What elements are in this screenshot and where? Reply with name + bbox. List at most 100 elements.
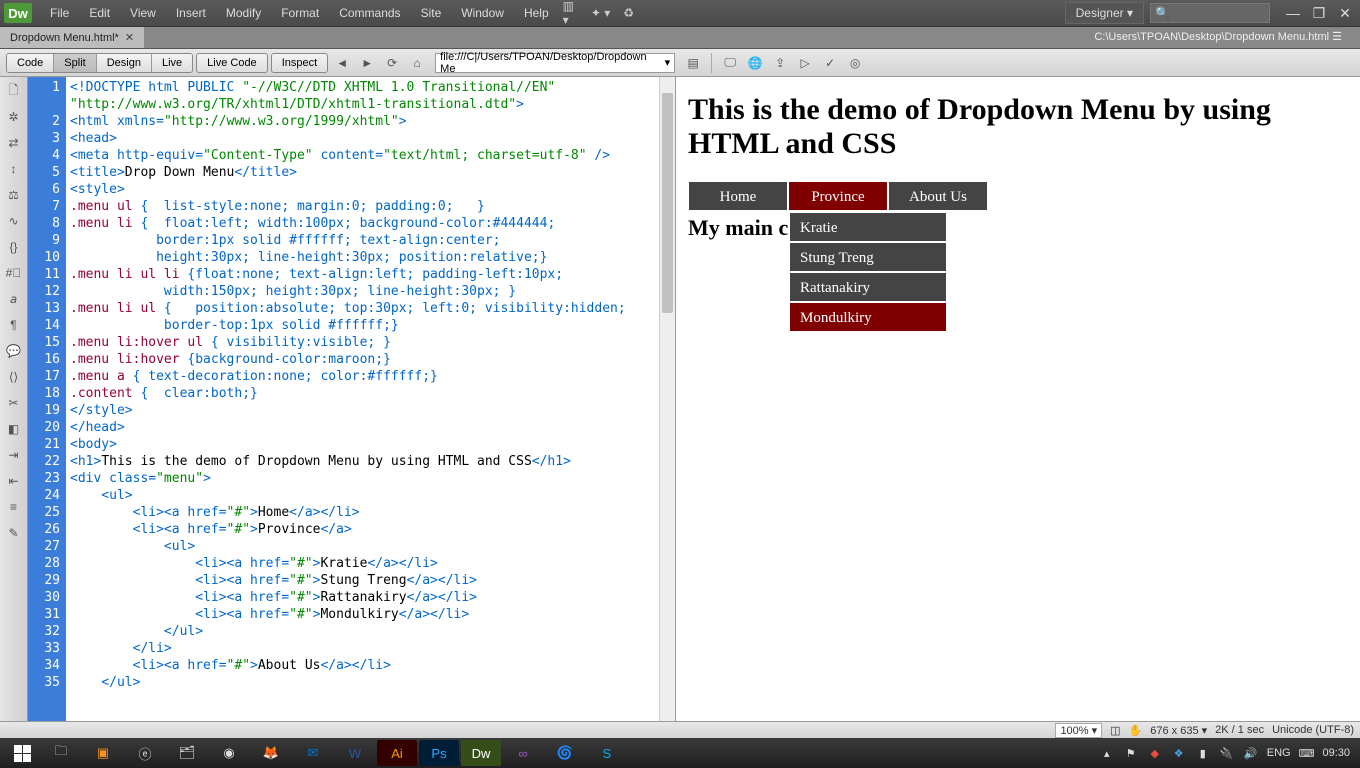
browser-icon[interactable]: 🖵 [719, 53, 741, 73]
nav-province[interactable]: Province Kratie Stung Treng Rattanakiry … [788, 181, 888, 211]
start-button[interactable] [4, 740, 40, 766]
view-code-button[interactable]: Code [7, 54, 54, 72]
close-button[interactable]: ✕ [1334, 4, 1356, 22]
view-split-button[interactable]: Split [54, 54, 96, 72]
menu-edit[interactable]: Edit [79, 2, 120, 24]
tray-volume-icon[interactable]: 🔊 [1243, 745, 1259, 761]
live-code-button[interactable]: Live Code [196, 53, 268, 73]
validate-icon[interactable]: ▷ [794, 53, 816, 73]
hidden-chars-icon[interactable]: ¶ [4, 315, 24, 335]
taskbar-firefox-icon[interactable]: 🦊 [251, 740, 291, 766]
tray-keyboard-icon[interactable]: ⌨ [1299, 747, 1315, 760]
line-numbers-icon[interactable]: ∿ [4, 211, 24, 231]
indent-icon[interactable]: ⇥ [4, 445, 24, 465]
menu-commands[interactable]: Commands [329, 2, 410, 24]
tray-time[interactable]: 09:30 [1322, 747, 1350, 759]
sync-icon[interactable]: ♻ [618, 3, 640, 23]
menu-file[interactable]: File [40, 2, 79, 24]
taskbar-ie-icon[interactable]: ⓔ [125, 740, 165, 766]
outdent-icon[interactable]: ⇤ [4, 471, 24, 491]
balance-icon[interactable]: ⚖ [4, 185, 24, 205]
taskbar-explorer-icon[interactable]: 🗀 [41, 740, 81, 766]
recent-snippets-icon[interactable]: ✂ [4, 393, 24, 413]
menu-insert[interactable]: Insert [166, 2, 216, 24]
menu-window[interactable]: Window [451, 2, 514, 24]
expand-icon[interactable]: ⇄ [4, 133, 24, 153]
select-parent-icon[interactable]: ↕ [4, 159, 24, 179]
taskbar-photoshop-icon[interactable]: Ps [419, 740, 459, 766]
forward-icon[interactable]: ► [356, 53, 378, 73]
home-icon[interactable]: ⌂ [406, 53, 428, 73]
syntax-icon[interactable]: 𝘢 [4, 289, 24, 309]
scrollbar-thumb[interactable] [662, 93, 673, 313]
tab-close-icon[interactable]: ✕ [125, 31, 134, 44]
tray-lang[interactable]: ENG [1267, 747, 1291, 759]
taskbar-player-icon[interactable]: ▣ [83, 740, 123, 766]
taskbar-skype-icon[interactable]: S [587, 740, 627, 766]
menu-modify[interactable]: Modify [216, 2, 271, 24]
address-bar[interactable]: file:///C|/Users/TPOAN/Desktop/Dropdown … [435, 53, 675, 73]
sub-rattanakiry[interactable]: Rattanakiry [789, 272, 947, 302]
document-tab[interactable]: Dropdown Menu.html* ✕ [0, 27, 145, 48]
dimensions-label: 676 x 635 ▾ [1150, 724, 1207, 737]
maximize-button[interactable]: ❐ [1308, 4, 1330, 22]
collapse-icon[interactable]: ✲ [4, 107, 24, 127]
apply-comment-icon[interactable]: ✎ [4, 523, 24, 543]
view-live-button[interactable]: Live [152, 54, 192, 72]
highlight-icon[interactable]: {} [4, 237, 24, 257]
extend-icon[interactable]: ✦ ▾ [590, 3, 612, 23]
tray-flag-icon[interactable]: ⚑ [1123, 745, 1139, 761]
taskbar-dreamweaver-icon[interactable]: Dw [461, 740, 501, 766]
upload-icon[interactable]: ⇪ [769, 53, 791, 73]
taskbar-outlook-icon[interactable]: ✉ [293, 740, 333, 766]
tray-shield-icon[interactable]: ◆ [1147, 745, 1163, 761]
menu-format[interactable]: Format [271, 2, 329, 24]
sub-stungtreng[interactable]: Stung Treng [789, 242, 947, 272]
comment-icon[interactable]: 💬 [4, 341, 24, 361]
taskbar-vs-icon[interactable]: ∞ [503, 740, 543, 766]
doc-tools-icon[interactable]: ☰ [1332, 31, 1342, 43]
document-path: C:\Users\TPOAN\Desktop\Dropdown Menu.htm… [1084, 27, 1360, 48]
layout-icon[interactable]: ▥ ▾ [562, 3, 584, 23]
tray-network-icon[interactable]: ▮ [1195, 745, 1211, 761]
document-tabbar: Dropdown Menu.html* ✕ C:\Users\TPOAN\Des… [0, 27, 1360, 49]
nav-home[interactable]: Home [688, 181, 788, 211]
word-wrap-icon[interactable]: #⃣ [4, 263, 24, 283]
wrap-tag-icon[interactable]: ⟨⟩ [4, 367, 24, 387]
line-gutter: 1234567891011121314151617181920212223242… [28, 77, 66, 721]
tray-power-icon[interactable]: 🔌 [1219, 745, 1235, 761]
sub-mondulkiry[interactable]: Mondulkiry [789, 302, 947, 332]
refresh-icon[interactable]: ⟳ [381, 53, 403, 73]
hand-tool-icon[interactable]: ✋ [1129, 724, 1143, 737]
format-icon[interactable]: ≡ [4, 497, 24, 517]
back-icon[interactable]: ◄ [331, 53, 353, 73]
tray-up-icon[interactable]: ▴ [1099, 745, 1115, 761]
check-icon[interactable]: ✓ [819, 53, 841, 73]
list-icon[interactable]: ▤ [682, 53, 704, 73]
globe-icon[interactable]: 🌐 [744, 53, 766, 73]
taskbar-chrome-icon[interactable]: ◉ [209, 740, 249, 766]
menu-view[interactable]: View [120, 2, 166, 24]
menu-help[interactable]: Help [514, 2, 559, 24]
tray-dropbox-icon[interactable]: ❖ [1171, 745, 1187, 761]
taskbar-illustrator-icon[interactable]: Ai [377, 740, 417, 766]
open-docs-icon[interactable]: 🗋 [4, 81, 24, 101]
move-css-icon[interactable]: ◧ [4, 419, 24, 439]
nav-aboutus[interactable]: About Us [888, 181, 988, 211]
workspace-selector[interactable]: Designer ▾ [1065, 2, 1144, 24]
code-editor[interactable]: <!DOCTYPE html PUBLIC "-//W3C//DTD XHTML… [66, 77, 675, 721]
view-switcher: Code Split Design Live [6, 53, 193, 73]
taskbar-folder2-icon[interactable]: 🗂 [167, 740, 207, 766]
menu-site[interactable]: Site [411, 2, 452, 24]
view-design-button[interactable]: Design [97, 54, 152, 72]
search-input[interactable]: 🔍 [1150, 3, 1270, 23]
inspect-button[interactable]: Inspect [271, 53, 328, 73]
taskbar-word-icon[interactable]: W [335, 740, 375, 766]
zoom-selector[interactable]: 100% ▾ [1055, 723, 1102, 738]
sub-kratie[interactable]: Kratie [789, 212, 947, 242]
code-scrollbar[interactable] [659, 77, 675, 721]
options-icon[interactable]: ◎ [844, 53, 866, 73]
taskbar-app-icon[interactable]: 🌀 [545, 740, 585, 766]
visual-aids-icon[interactable]: ◫ [1110, 724, 1120, 737]
minimize-button[interactable]: — [1282, 4, 1304, 22]
